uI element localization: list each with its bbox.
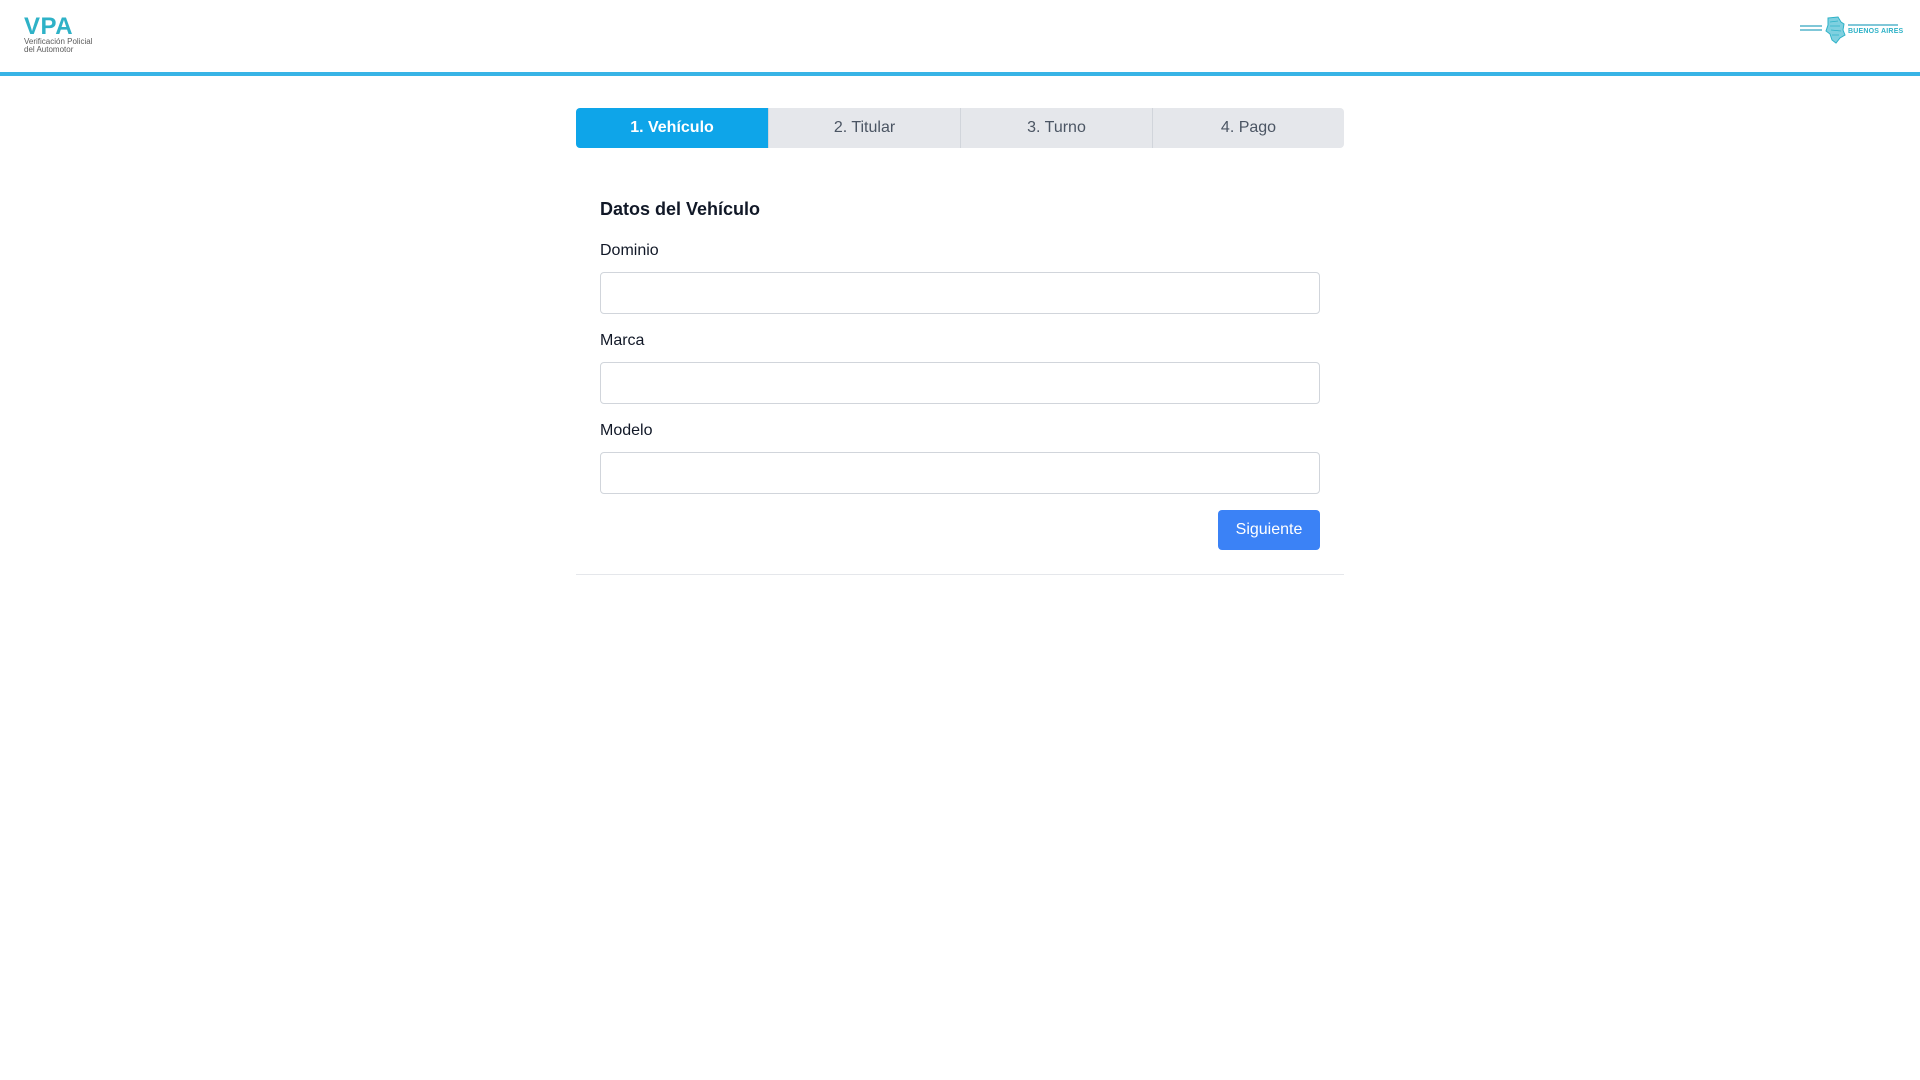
step-titular[interactable]: 2. Titular [768, 108, 960, 148]
logo-text-lines [1800, 25, 1822, 33]
modelo-label: Modelo [600, 422, 653, 439]
buenos-aires-wordmark: BUENOS AIRES [1848, 24, 1904, 36]
next-button[interactable]: Siguiente [1218, 510, 1320, 550]
form-title: Datos del Vehículo [600, 199, 761, 219]
marca-input[interactable] [600, 362, 1320, 404]
buenos-aires-logo: BUENOS AIRES [1800, 16, 1904, 44]
modelo-input[interactable] [600, 452, 1320, 494]
step-pago[interactable]: 4. Pago [1152, 108, 1344, 148]
vehicle-form-card: Datos del Vehículo Dominio Marca Modelo … [576, 180, 1344, 575]
vpa-logo-title: VPA [24, 13, 74, 40]
vpa-logo[interactable]: VPA Verificación Policial del Automotor [24, 13, 94, 56]
marca-label: Marca [600, 332, 645, 349]
step-tabs: 1. Vehículo 2. Titular 3. Turno 4. Pago [576, 108, 1344, 148]
header-bar: VPA Verificación Policial del Automotor … [0, 0, 1920, 76]
buenos-aires-name: BUENOS AIRES [1848, 28, 1904, 35]
dominio-input[interactable] [600, 272, 1320, 314]
step-vehiculo[interactable]: 1. Vehículo [576, 108, 768, 148]
dominio-label: Dominio [600, 242, 659, 259]
vpa-logo-subtitle-line2: del Automotor [24, 45, 74, 54]
step-turno[interactable]: 3. Turno [960, 108, 1152, 148]
province-map-icon [1825, 16, 1846, 44]
